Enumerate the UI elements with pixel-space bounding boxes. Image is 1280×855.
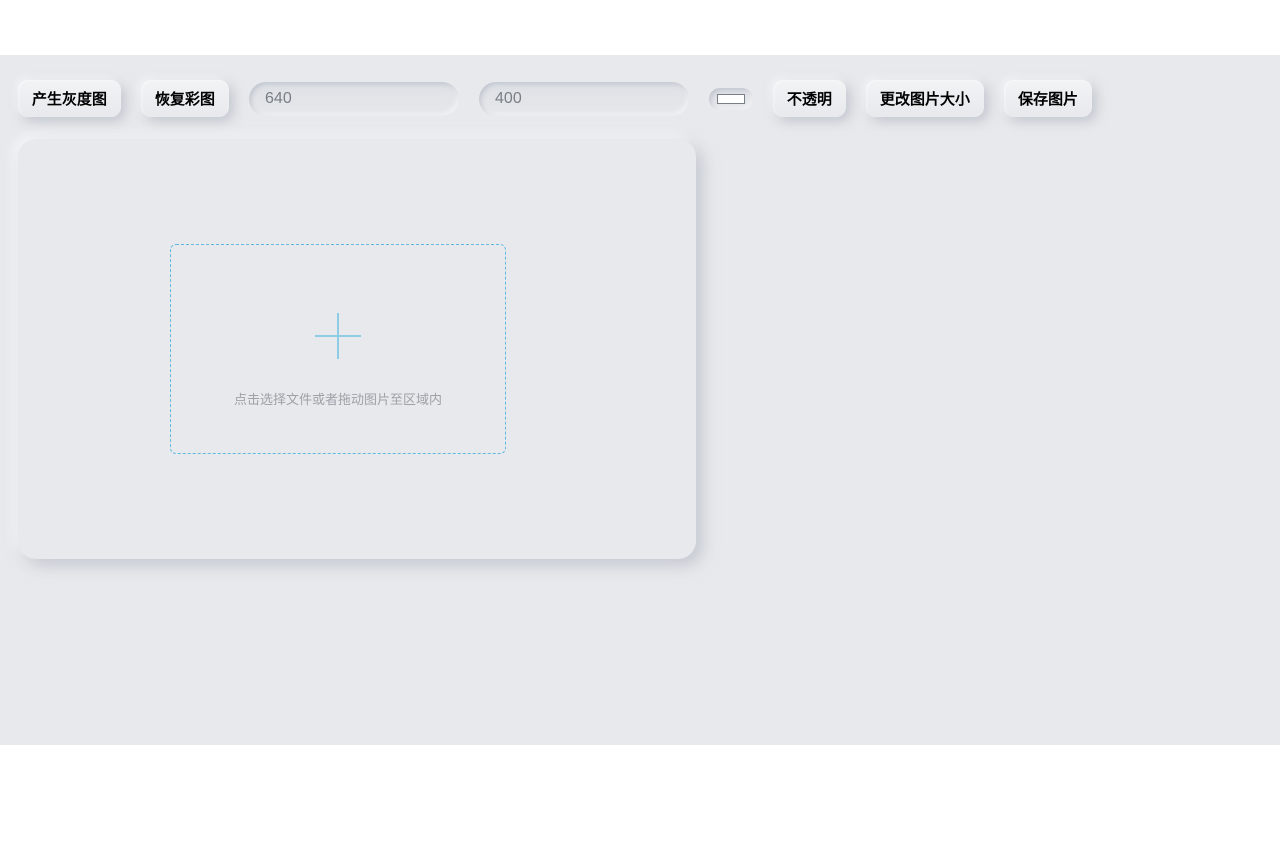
dropzone-hint: 点击选择文件或者拖动图片至区域内 [234,389,442,408]
color-swatch[interactable] [717,94,745,104]
plus-icon [313,311,363,361]
color-picker[interactable] [709,88,753,110]
grayscale-button[interactable]: 产生灰度图 [18,80,121,117]
opacity-button[interactable]: 不透明 [773,80,846,117]
resize-button[interactable]: 更改图片大小 [866,80,984,117]
height-input[interactable] [479,82,689,116]
app-container: 产生灰度图 恢复彩图 不透明 更改图片大小 保存图片 点击选择文件或者拖动图片至… [0,55,1280,745]
width-input[interactable] [249,82,459,116]
file-dropzone[interactable]: 点击选择文件或者拖动图片至区域内 [170,244,506,454]
toolbar: 产生灰度图 恢复彩图 不透明 更改图片大小 保存图片 [18,80,1262,117]
restore-color-button[interactable]: 恢复彩图 [141,80,229,117]
canvas-panel: 点击选择文件或者拖动图片至区域内 [18,139,696,559]
save-button[interactable]: 保存图片 [1004,80,1092,117]
